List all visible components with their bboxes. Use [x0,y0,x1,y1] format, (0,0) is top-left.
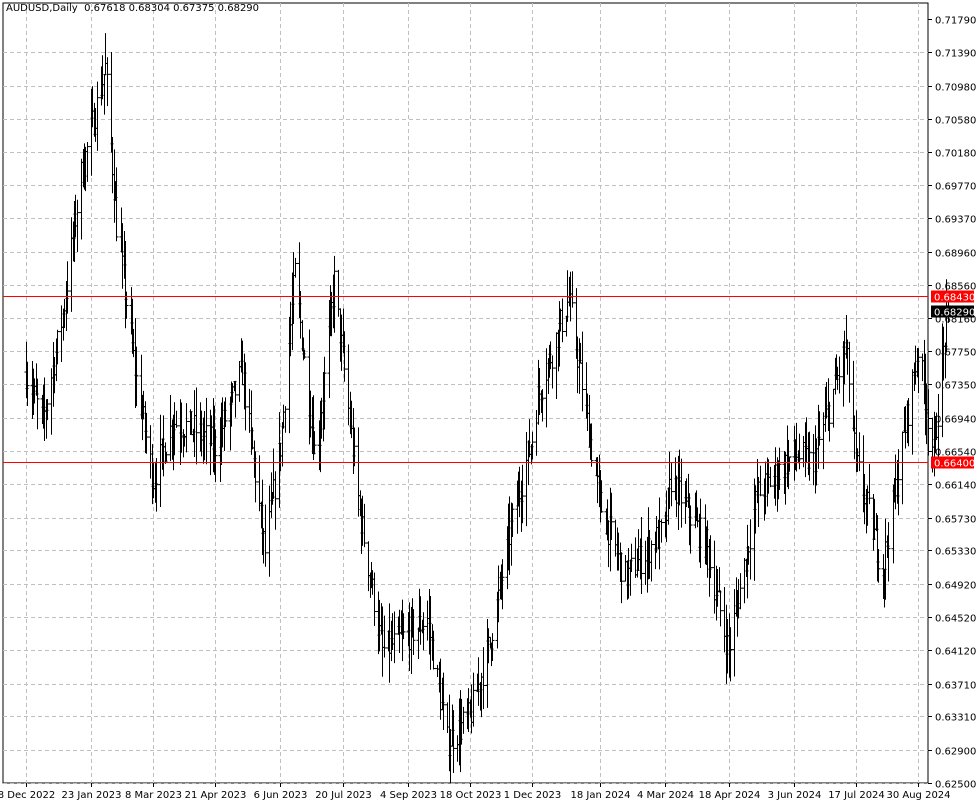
y-tick-label: 0.71390 [935,49,976,60]
ohlc-readout: 0.67618 0.68304 0.67375 0.68290 [84,3,260,14]
x-tick-label: 21 Apr 2023 [185,790,247,801]
y-tick-label: 0.62900 [935,747,976,758]
level-price-label: 0.68430 [934,293,975,304]
x-tick-label: 18 Oct 2023 [440,790,502,801]
y-tick-label: 0.63710 [935,681,976,692]
x-tick-label: 6 Jun 2023 [254,790,308,801]
y-tick-label: 0.66140 [935,481,976,492]
y-tick-label: 0.70580 [935,116,976,127]
y-tick-label: 0.71790 [935,16,976,27]
y-tick-label: 0.62500 [935,780,976,791]
x-tick-label: 17 Jul 2024 [828,790,885,801]
x-tick-label: 20 Jul 2023 [315,790,372,801]
x-tick-label: 18 Apr 2024 [699,790,761,801]
y-tick-label: 0.68960 [935,249,976,260]
x-tick-label: 18 Jan 2024 [571,790,631,801]
chart-canvas[interactable]: 0.71790 0.71390 0.70980 0.70580 0.70180 0.697… [0,0,978,805]
y-tick-label: 0.63310 [935,713,976,724]
last-price-label: 0.68290 [934,308,975,319]
x-tick-label: 30 Aug 2024 [886,790,950,801]
y-tick-label: 0.69770 [935,182,976,193]
level-price-label: 0.66400 [934,459,975,470]
chart-title: AUDUSD,Daily [6,3,78,14]
x-tick-label: 4 Sep 2023 [380,790,437,801]
x-tick-label: 8 Dec 2022 [0,790,55,801]
price-chart[interactable]: 0.71790 0.71390 0.70980 0.70580 0.70180 0.697… [0,0,978,805]
y-tick-label: 0.70180 [935,149,976,160]
y-tick-label: 0.67350 [935,381,976,392]
y-tick-label: 0.66940 [935,415,976,426]
x-tick-label: 3 Jun 2024 [768,790,822,801]
y-tick-label: 0.64920 [935,581,976,592]
x-tick-label: 23 Jan 2023 [62,790,122,801]
x-tick-label: 8 Mar 2023 [125,790,182,801]
x-tick-label: 4 Mar 2024 [637,790,694,801]
y-tick-label: 0.67750 [935,348,976,359]
y-tick-label: 0.64520 [935,614,976,625]
x-tick-label: 1 Dec 2023 [504,790,562,801]
y-tick-label: 0.65330 [935,547,976,558]
chart-title-bar: AUDUSD,Daily 0.67618 0.68304 0.67375 0.6… [6,3,259,14]
y-tick-label: 0.70980 [935,83,976,94]
y-tick-label: 0.65730 [935,515,976,526]
y-tick-label: 0.64120 [935,647,976,658]
y-tick-label: 0.69370 [935,215,976,226]
